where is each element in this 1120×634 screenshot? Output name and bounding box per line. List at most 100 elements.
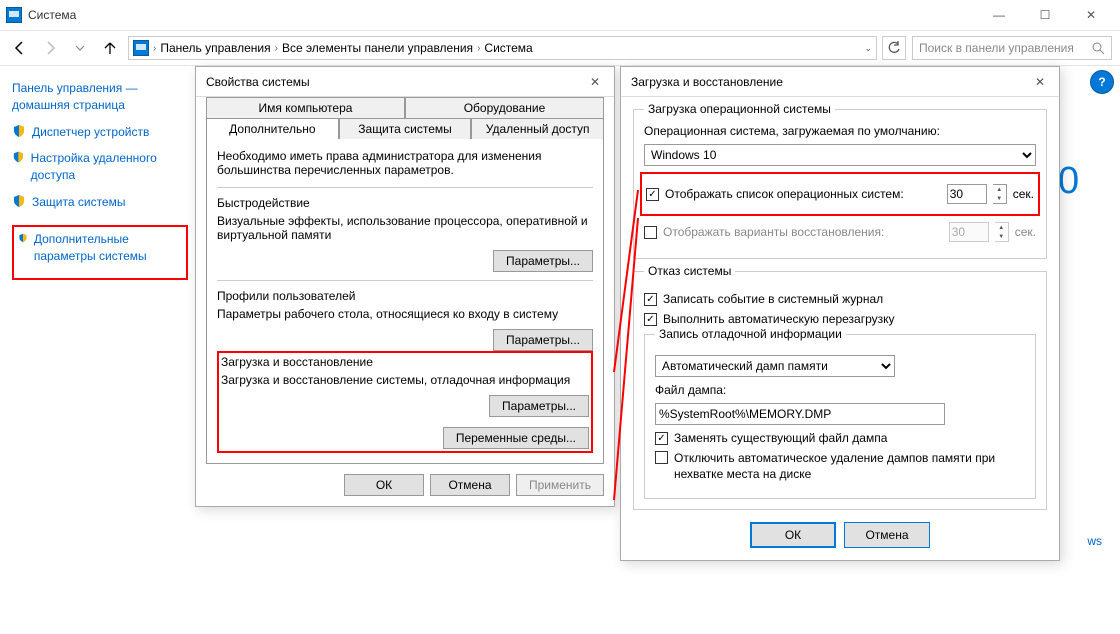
tab-content: Необходимо иметь права администратора дл… [206,138,604,464]
show-os-list-checkbox[interactable] [646,188,659,201]
sidebar-item-advanced[interactable]: Дополнительные параметры системы [18,231,182,275]
tab-computer-name[interactable]: Имя компьютера [206,97,405,118]
shield-icon [12,150,25,164]
leftpane: Панель управления — домашняя страница Ди… [0,70,200,290]
startup-recovery-dialog: Загрузка и восстановление ✕ Загрузка опе… [620,66,1060,561]
sidebar-item-remote[interactable]: Настройка удаленного доступа [12,150,188,194]
chevron-right-icon[interactable]: › [477,43,480,54]
seconds-label: сек. [1013,187,1034,201]
seconds-label: сек. [1015,225,1036,239]
close-icon[interactable]: ✕ [1035,75,1049,89]
maximize-button[interactable]: ☐ [1022,0,1068,30]
startup-settings-button[interactable]: Параметры... [489,395,589,417]
dump-type-select[interactable]: Автоматический дамп памяти [655,355,895,377]
sidebar-item-device-manager[interactable]: Диспетчер устройств [12,124,188,151]
dump-file-label: Файл дампа: [655,383,1025,397]
search-input[interactable]: Поиск в панели управления [912,36,1112,60]
minimize-button[interactable]: — [976,0,1022,30]
admin-note: Необходимо иметь права администратора дл… [217,149,593,177]
shield-icon [12,194,26,208]
highlight-show-list-row: Отображать список операционных систем: ▲… [640,172,1040,216]
tab-hardware[interactable]: Оборудование [405,97,604,118]
ok-button[interactable]: ОК [750,522,836,548]
peek-digit: 0 [1058,160,1102,220]
tabs: Имя компьютера Оборудование Дополнительн… [206,97,604,139]
env-vars-button[interactable]: Переменные среды... [443,427,589,449]
system-icon [6,7,22,23]
auto-restart-checkbox[interactable] [644,313,657,326]
chevron-right-icon[interactable]: › [275,43,278,54]
cancel-button[interactable]: Отмена [844,522,930,548]
spinner: ▲▼ [995,222,1009,242]
show-os-list-label: Отображать список операционных систем: [665,187,941,201]
disable-auto-delete-checkbox[interactable] [655,451,668,464]
crumb-control-panel[interactable]: Панель управления [160,41,270,55]
forward-button[interactable] [38,36,62,60]
cancel-button[interactable]: Отмена [430,474,510,496]
perf-desc: Визуальные эффекты, использование процес… [217,214,593,242]
chevron-right-icon[interactable]: › [153,43,156,54]
peek-link[interactable]: ws [1087,534,1102,548]
apply-button[interactable]: Применить [516,474,604,496]
close-button[interactable]: ✕ [1068,0,1114,30]
breadcrumb[interactable]: › Панель управления › Все элементы панел… [128,36,877,60]
up-button[interactable] [98,36,122,60]
show-os-list-seconds[interactable] [947,184,987,204]
search-icon [1092,42,1105,55]
debug-fieldset: Запись отладочной информации Автоматичес… [644,334,1036,499]
ok-button[interactable]: ОК [344,474,424,496]
dialog-titlebar: Свойства системы ✕ [196,67,614,97]
control-panel-home-link[interactable]: Панель управления — домашняя страница [12,80,188,114]
perf-label: Быстродействие [217,196,593,210]
default-os-label: Операционная система, загружаемая по умо… [644,124,1036,138]
crumb-system[interactable]: Система [484,41,532,55]
search-placeholder: Поиск в панели управления [919,41,1074,55]
dump-file-input[interactable] [655,403,945,425]
boot-legend: Загрузка операционной системы [644,102,835,116]
control-panel-icon [133,40,149,56]
write-event-checkbox[interactable] [644,293,657,306]
system-properties-dialog: Свойства системы ✕ Имя компьютера Оборуд… [195,66,615,507]
navbar: › Панель управления › Все элементы панел… [0,30,1120,66]
chevron-down-icon[interactable]: ⌄ [864,43,872,54]
dialog-titlebar: Загрузка и восстановление ✕ [621,67,1059,97]
boot-fieldset: Загрузка операционной системы Операционн… [633,109,1047,259]
sidebar-item-protection[interactable]: Защита системы [12,194,188,221]
highlight-advanced-settings: Дополнительные параметры системы [12,225,188,281]
help-button[interactable]: ? [1090,70,1114,94]
window-title: Система [28,8,76,22]
profiles-desc: Параметры рабочего стола, относящиеся ко… [217,307,593,321]
titlebar: Система — ☐ ✕ [0,0,1120,30]
startup-desc: Загрузка и восстановление системы, отлад… [221,373,589,387]
window-controls: — ☐ ✕ [976,0,1114,30]
close-icon[interactable]: ✕ [590,75,604,89]
highlight-startup-group: Загрузка и восстановление Загрузка и вос… [217,351,593,453]
refresh-button[interactable] [882,36,906,60]
tab-advanced[interactable]: Дополнительно [206,118,339,139]
tab-protection[interactable]: Защита системы [339,118,472,139]
tab-remote[interactable]: Удаленный доступ [471,118,604,139]
show-recovery-checkbox[interactable] [644,226,657,239]
spinner[interactable]: ▲▼ [993,184,1007,204]
perf-settings-button[interactable]: Параметры... [493,250,593,272]
overwrite-dump-label: Заменять существующий файл дампа [674,431,887,445]
profiles-settings-button[interactable]: Параметры... [493,329,593,351]
back-button[interactable] [8,36,32,60]
overwrite-dump-checkbox[interactable] [655,432,668,445]
failure-fieldset: Отказ системы Записать событие в системн… [633,271,1047,510]
dialog-title: Загрузка и восстановление [631,75,783,89]
show-recovery-label: Отображать варианты восстановления: [663,225,943,239]
dialog-title: Свойства системы [206,75,310,89]
failure-legend: Отказ системы [644,264,735,278]
debug-legend: Запись отладочной информации [655,327,846,341]
auto-restart-label: Выполнить автоматическую перезагрузку [663,312,895,326]
profiles-label: Профили пользователей [217,289,593,303]
recent-button[interactable] [68,36,92,60]
default-os-select[interactable]: Windows 10 [644,144,1036,166]
shield-icon [12,124,26,138]
crumb-all-items[interactable]: Все элементы панели управления [282,41,473,55]
disable-auto-delete-label: Отключить автоматическое удаление дампов… [674,451,1025,482]
startup-label: Загрузка и восстановление [221,355,589,369]
show-recovery-seconds [949,222,989,242]
write-event-label: Записать событие в системный журнал [663,292,883,306]
